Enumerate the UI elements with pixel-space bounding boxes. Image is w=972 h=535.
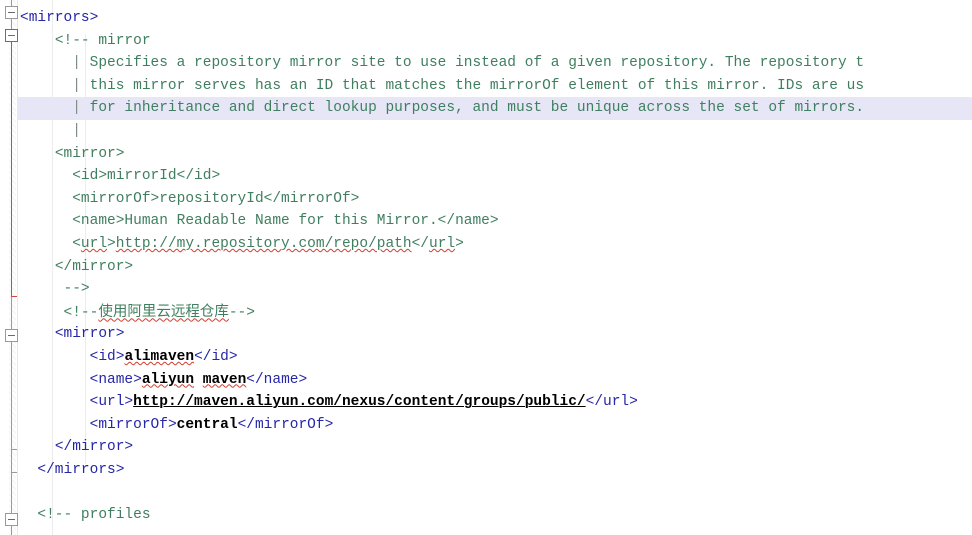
code-line-6[interactable]: | xyxy=(17,120,972,143)
code-line-10[interactable]: <name>Human Readable Name for this Mirro… xyxy=(17,210,972,233)
code-line-7[interactable]: <mirror> xyxy=(17,143,972,166)
code-line-1[interactable]: <mirrors> xyxy=(17,7,972,30)
value-mirror-name-part2[interactable]: maven xyxy=(203,372,247,388)
code-line-4[interactable]: | this mirror serves has an ID that matc… xyxy=(17,75,972,98)
tag-mirror-open: <mirror> xyxy=(54,326,125,343)
partial-line-above xyxy=(17,0,972,7)
code-content[interactable]: <mirrors> <!-- mirror | Specifies a repo… xyxy=(17,0,972,535)
comment-mirror-close: </mirror> xyxy=(54,258,134,275)
tag-mirrors-close: </mirrors> xyxy=(37,461,125,478)
fold-line-bottom xyxy=(11,473,12,513)
code-line-9[interactable]: <mirrorOf>repositoryId</mirrorOf> xyxy=(17,188,972,211)
comment-cjk-open: <!-- xyxy=(63,304,99,321)
code-line-8[interactable]: <id>mirrorId</id> xyxy=(17,165,972,188)
value-mirror-mirrorof[interactable]: central xyxy=(177,417,238,433)
comment-url-closegt: > xyxy=(455,235,464,252)
code-line-3[interactable]: | Specifies a repository mirror site to … xyxy=(17,52,972,75)
value-mirror-id[interactable]: alimaven xyxy=(124,349,194,365)
fold-line-mirrors-tail xyxy=(11,450,12,472)
comment-bar-3: | xyxy=(72,55,81,72)
code-line-18[interactable]: <url>http://maven.aliyun.com/nexus/conte… xyxy=(17,391,972,414)
comment-body-5: for inheritance and direct lookup purpos… xyxy=(80,100,865,117)
code-line-2[interactable]: <!-- mirror xyxy=(17,30,972,53)
comment-profiles-start: <!-- profiles xyxy=(37,507,151,524)
fold-line-profiles xyxy=(11,526,12,535)
code-line-5-current[interactable]: | for inheritance and direct lookup purp… xyxy=(17,97,972,120)
comment-url-gt: > xyxy=(107,235,116,252)
code-line-15[interactable]: <mirror> xyxy=(17,323,972,346)
code-line-22-blank[interactable] xyxy=(17,481,972,504)
comment-body-4: this mirror serves has an ID that matche… xyxy=(80,77,865,94)
comment-body-3: Specifies a repository mirror site to us… xyxy=(80,55,865,72)
tag-mirrors-open: <mirrors> xyxy=(20,10,99,26)
comment-url-tagname: url xyxy=(80,235,108,252)
fold-line-mirrors xyxy=(11,19,12,29)
code-line-13[interactable]: --> xyxy=(17,278,972,301)
tag-url-open: <url> xyxy=(89,394,134,411)
comment-mirror-start: <!-- mirror xyxy=(54,32,151,49)
editor-gutter[interactable] xyxy=(0,0,18,535)
comment-url-value[interactable]: http://my.repository.com/repo/path xyxy=(116,236,412,252)
tag-mirrorof-open: <mirrorOf> xyxy=(89,416,177,433)
comment-cjk-text: 使用阿里云远程仓库 xyxy=(98,303,229,320)
comment-bar-4: | xyxy=(72,77,81,94)
tag-id-close: </id> xyxy=(194,348,238,365)
value-mirror-name-part1[interactable]: aliyun xyxy=(142,372,194,388)
comment-block-end: --> xyxy=(63,281,90,298)
tag-mirrorof-close: </mirrorOf> xyxy=(237,416,334,433)
comment-url-lt: < xyxy=(72,235,81,252)
comment-id-element: <id>mirrorId</id> xyxy=(72,168,221,185)
code-line-20[interactable]: </mirror> xyxy=(17,436,972,459)
comment-bar-6: | xyxy=(72,122,81,139)
tag-id-open: <id> xyxy=(89,348,125,365)
code-line-12[interactable]: </mirror> xyxy=(17,256,972,279)
tag-mirror-close: </mirror> xyxy=(54,439,134,456)
comment-name-element: <name>Human Readable Name for this Mirro… xyxy=(72,213,499,230)
comment-bar-5: | xyxy=(72,100,81,117)
tag-name-open: <name> xyxy=(89,371,142,388)
tag-url-close: </url> xyxy=(585,394,638,411)
code-line-17[interactable]: <name>aliyun maven</name> xyxy=(17,369,972,392)
code-line-14[interactable]: <!--使用阿里云远程仓库--> xyxy=(17,301,972,324)
comment-url-closelt: </ xyxy=(411,235,429,252)
code-editor[interactable]: <mirrors> <!-- mirror | Specifies a repo… xyxy=(0,0,972,535)
comment-mirror-open: <mirror> xyxy=(54,145,125,162)
code-line-23[interactable]: <!-- profiles xyxy=(17,504,972,527)
fold-line-mirror-active xyxy=(11,342,12,450)
comment-mirrorof-element: <mirrorOf>repositoryId</mirrorOf> xyxy=(72,190,360,207)
value-mirror-name-space xyxy=(194,372,203,388)
code-line-21[interactable]: </mirrors> xyxy=(17,459,972,482)
value-mirror-url[interactable]: http://maven.aliyun.com/nexus/content/gr… xyxy=(133,394,585,410)
comment-url-closetagname: url xyxy=(429,235,456,252)
code-line-11[interactable]: <url>http://my.repository.com/repo/path<… xyxy=(17,233,972,256)
comment-cjk-close: --> xyxy=(228,304,255,321)
code-line-19[interactable]: <mirrorOf>central</mirrorOf> xyxy=(17,414,972,437)
code-line-16[interactable]: <id>alimaven</id> xyxy=(17,346,972,369)
fold-line-comment-mirror xyxy=(11,42,12,297)
tag-name-close: </name> xyxy=(246,371,308,388)
fold-line-mid xyxy=(11,297,12,329)
